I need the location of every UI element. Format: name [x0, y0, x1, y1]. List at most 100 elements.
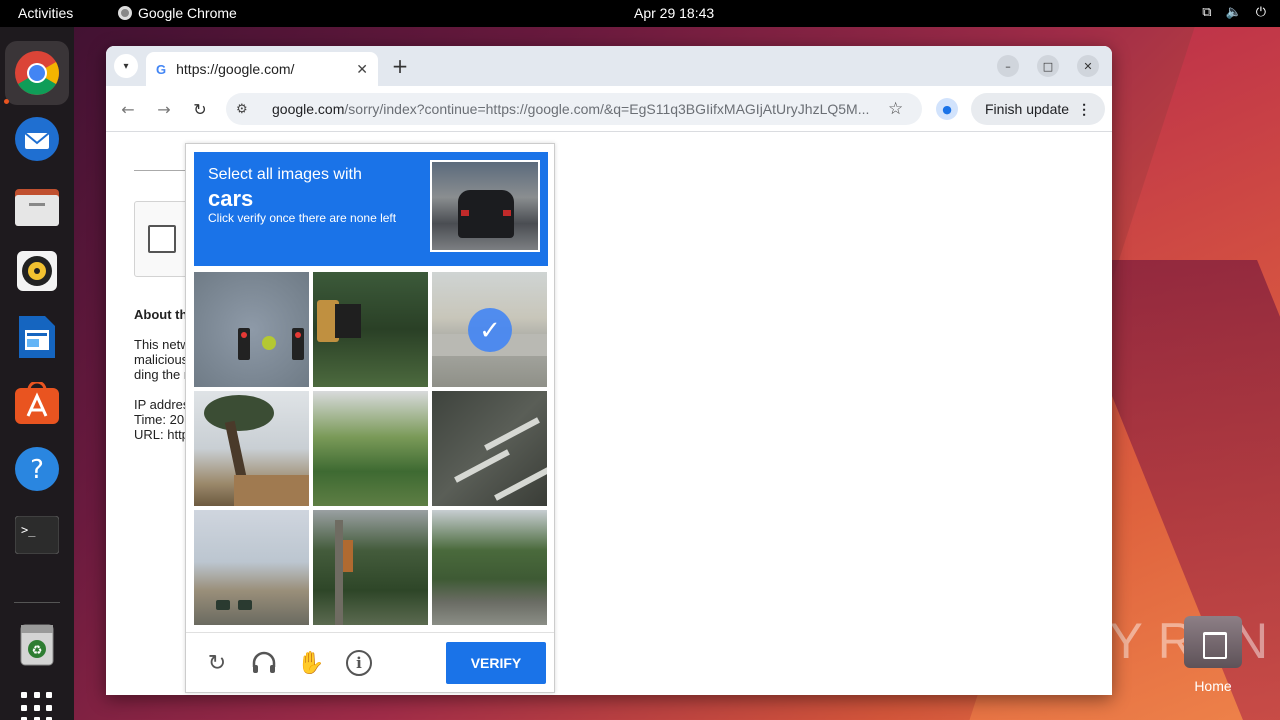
close-window-button[interactable]: ✕: [1077, 55, 1099, 77]
home-folder-label[interactable]: Home: [1180, 678, 1246, 694]
volume-icon: 🔈: [1225, 4, 1242, 19]
explanation-text: This netw malicious ding the r: [134, 337, 190, 382]
captcha-tile-3[interactable]: ✓: [432, 272, 547, 387]
captcha-tile-7[interactable]: [194, 510, 309, 625]
dock-rhythmbox[interactable]: [13, 247, 61, 295]
about-heading: About th: [134, 307, 188, 322]
app-menu[interactable]: Google Chrome: [118, 5, 237, 21]
browser-toolbar: ← → ↻ ⚙ google.com /sorry/index?continue…: [106, 86, 1112, 132]
captcha-tile-2[interactable]: [313, 272, 428, 387]
captcha-image-grid: ✓: [194, 272, 548, 626]
reload-button[interactable]: ↻: [189, 98, 211, 120]
google-favicon-icon: G: [156, 61, 167, 77]
site-settings-icon[interactable]: ⚙: [236, 101, 258, 117]
dock-terminal[interactable]: >_: [13, 511, 61, 559]
running-indicator: [4, 99, 9, 104]
url-line: URL: http: [134, 427, 189, 442]
close-tab-icon[interactable]: ✕: [356, 61, 368, 78]
reload-icon: ↻: [193, 99, 207, 119]
ip-address-line: IP addres: [134, 397, 190, 412]
text-line: ding the r: [134, 367, 189, 382]
dock-writer[interactable]: [13, 313, 61, 361]
network-icon: ⧉: [1202, 4, 1212, 19]
chrome-icon: [15, 51, 59, 95]
thunderbird-icon: [15, 117, 59, 161]
time-line: Time: 20: [134, 412, 185, 427]
activities-button[interactable]: Activities: [18, 5, 73, 21]
show-apps-icon[interactable]: [21, 692, 53, 720]
trash-icon: ♻: [20, 624, 54, 666]
dock-thunderbird[interactable]: [13, 115, 61, 163]
captcha-header: Select all images with cars Click verify…: [194, 152, 548, 266]
terminal-icon: >_: [15, 516, 59, 554]
new-tab-button[interactable]: +: [388, 54, 412, 78]
maximize-icon: □: [1042, 59, 1054, 73]
system-tray[interactable]: ⧉ 🔈 ⏻: [1202, 4, 1266, 20]
finish-update-label: Finish update: [985, 101, 1070, 117]
text-line: malicious: [134, 352, 189, 367]
dock-trash[interactable]: ♻: [13, 621, 61, 669]
dock: ? >_ ♻: [0, 27, 74, 720]
dock-separator: [14, 602, 60, 603]
verify-button[interactable]: VERIFY: [446, 642, 546, 684]
dock-chrome[interactable]: [5, 41, 69, 105]
captcha-sample-image: [430, 160, 540, 252]
dock-files[interactable]: [13, 182, 61, 230]
top-bar: Activities Google Chrome Apr 29 18:43 ⧉ …: [0, 0, 1280, 27]
bookmark-star-icon[interactable]: ☆: [888, 99, 903, 119]
captcha-tile-4[interactable]: [194, 391, 309, 506]
svg-text:?: ?: [30, 455, 44, 485]
captcha-challenge: Select all images with cars Click verify…: [185, 143, 555, 693]
tab-title: https://google.com/: [176, 61, 295, 77]
power-icon: ⏻: [1255, 4, 1266, 19]
forward-arrow-icon: →: [157, 99, 171, 119]
text-line: This netw: [134, 337, 190, 352]
captcha-tile-6[interactable]: [432, 391, 547, 506]
request-meta: IP addres Time: 20 URL: http: [134, 397, 189, 442]
tab-search-button[interactable]: ▾: [114, 54, 138, 78]
chevron-down-icon: ▾: [123, 60, 129, 72]
minimize-button[interactable]: –: [997, 55, 1019, 77]
chrome-icon: [118, 6, 132, 20]
captcha-footer: ↻ ✋ i VERIFY: [186, 632, 554, 692]
captcha-tile-8[interactable]: [313, 510, 428, 625]
finish-update-button[interactable]: Finish update ⋮: [971, 93, 1105, 125]
close-icon: ✕: [1083, 59, 1093, 73]
rhythmbox-icon: [17, 251, 57, 291]
app-center-icon: [15, 382, 59, 424]
info-icon[interactable]: i: [346, 650, 372, 676]
forward-button[interactable]: →: [153, 98, 175, 120]
files-icon: [15, 189, 59, 226]
tab-google[interactable]: G https://google.com/ ✕: [146, 52, 378, 86]
captcha-prompt: Select all images with: [208, 166, 362, 183]
help-icon: ?: [15, 447, 59, 491]
back-button[interactable]: ←: [117, 98, 139, 120]
clock[interactable]: Apr 29 18:43: [634, 5, 714, 21]
recaptcha-checkbox[interactable]: [148, 225, 176, 253]
writer-icon: [19, 316, 55, 358]
svg-text:♻: ♻: [32, 643, 43, 657]
home-folder-icon[interactable]: [1184, 616, 1242, 668]
maximize-button[interactable]: □: [1037, 55, 1059, 77]
captcha-tile-1[interactable]: [194, 272, 309, 387]
captcha-instruction: Click verify once there are none left: [208, 211, 397, 225]
hand-icon[interactable]: ✋: [297, 649, 325, 677]
back-arrow-icon: ←: [121, 99, 135, 119]
captcha-target-object: cars: [208, 186, 254, 211]
profile-avatar-icon[interactable]: ●: [936, 98, 958, 120]
url-path: /sorry/index?continue=https://google.com…: [344, 101, 870, 117]
reload-challenge-icon[interactable]: ↻: [203, 649, 231, 677]
svg-text:>_: >_: [21, 523, 36, 537]
address-bar[interactable]: ⚙ google.com /sorry/index?continue=https…: [226, 93, 922, 125]
more-menu-icon: ⋮: [1077, 100, 1092, 117]
app-name: Google Chrome: [138, 5, 237, 21]
captcha-tile-9[interactable]: [432, 510, 547, 625]
url-host: google.com: [272, 101, 345, 117]
captcha-tile-5[interactable]: [313, 391, 428, 506]
tab-strip: ▾ G https://google.com/ ✕ + – □ ✕: [106, 46, 1112, 86]
minimize-icon: –: [1005, 59, 1011, 73]
dock-app-center[interactable]: [13, 379, 61, 427]
audio-challenge-icon[interactable]: [250, 649, 278, 677]
selected-check-icon: ✓: [468, 308, 512, 352]
dock-help[interactable]: ?: [13, 445, 61, 493]
